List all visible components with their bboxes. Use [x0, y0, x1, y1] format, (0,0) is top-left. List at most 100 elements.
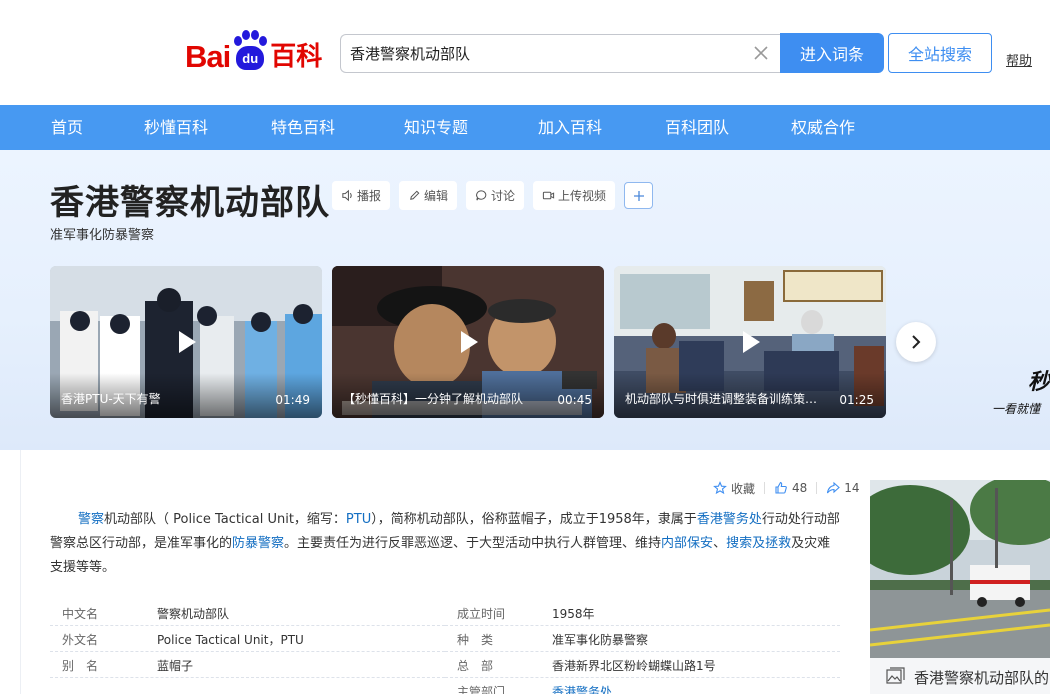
miaodong-promo[interactable]: 秒 一看就懂	[990, 364, 1050, 424]
video-duration: 01:49	[275, 393, 310, 407]
chat-bubble-icon	[476, 190, 487, 201]
nav-item-team[interactable]: 百科团队	[665, 105, 729, 150]
info-value: 蓝帽子	[157, 659, 194, 673]
paw-icon: du	[232, 30, 268, 72]
video-title: 机动部队与时俱进调整装备训练策略...	[625, 392, 825, 406]
video-duration: 00:45	[557, 393, 592, 407]
summary-text: ），简称机动部队，俗称蓝帽子，成立于1958年，隶属于	[371, 512, 697, 527]
video-card[interactable]: 机动部队与时俱进调整装备训练策略... 01:25	[614, 266, 886, 418]
page-title: 香港警察机动部队	[50, 183, 330, 223]
main-nav: 首页 秒懂百科 特色百科 知识专题 加入百科 百科团队 权威合作	[0, 105, 1050, 150]
info-row: 主管部门 香港警务处	[445, 678, 840, 694]
nav-item-home[interactable]: 首页	[51, 105, 83, 150]
chevron-right-icon	[912, 335, 921, 349]
link-riot-police[interactable]: 防暴警察	[232, 536, 284, 551]
favorite-button[interactable]: 收藏	[713, 480, 755, 497]
info-value: 准军事化防暴警察	[552, 633, 649, 647]
logo-text-du: du	[236, 46, 265, 70]
info-value: 1958年	[552, 607, 595, 621]
upload-video-button[interactable]: 上传视频	[533, 181, 616, 210]
favorite-label: 收藏	[731, 481, 756, 496]
link-ptu[interactable]: PTU	[346, 512, 371, 527]
nav-item-topics[interactable]: 知识专题	[404, 105, 468, 150]
logo-text-bai: Bai	[185, 39, 231, 74]
clear-icon[interactable]	[752, 44, 770, 62]
broadcast-label: 播报	[357, 189, 382, 203]
info-key: 别 名	[62, 659, 99, 673]
info-key: 种 类	[457, 633, 494, 647]
discuss-button[interactable]: 讨论	[466, 181, 525, 210]
add-button[interactable]	[624, 182, 653, 209]
like-button[interactable]: 48	[774, 481, 807, 495]
divider	[764, 482, 766, 494]
video-duration: 01:25	[839, 393, 874, 407]
action-bar: 收藏 48 14	[713, 478, 860, 498]
edit-button[interactable]: 编辑	[399, 181, 458, 210]
summary-text: 、	[713, 536, 727, 551]
info-row: 中文名 警察机动部队	[50, 600, 445, 626]
play-icon	[743, 331, 760, 353]
info-value: Police Tactical Unit，PTU	[157, 633, 304, 647]
link-police[interactable]: 警察	[78, 512, 104, 527]
link-internal-security[interactable]: 内部保安	[661, 536, 713, 551]
video-card[interactable]: 【秒懂百科】一分钟了解机动部队 00:45	[332, 266, 604, 418]
carousel-next-button[interactable]	[896, 322, 936, 362]
info-key: 外文名	[62, 633, 99, 647]
lemma-summary: 警察机动部队（ Police Tactical Unit，缩写：PTU），简称机…	[50, 508, 840, 580]
search-input[interactable]	[341, 35, 731, 72]
help-link[interactable]: 帮助	[1006, 50, 1032, 69]
lemma-hero: 香港警察机动部队 准军事化防暴警察 播报 编辑 讨论 上传视频 香港PTU-天下…	[0, 150, 1050, 450]
upload-video-label: 上传视频	[558, 189, 607, 203]
info-key: 主管部门	[457, 685, 506, 694]
album-caption-text: 香港警察机动部队的	[914, 669, 1050, 687]
nav-item-join[interactable]: 加入百科	[538, 105, 602, 150]
info-row: 外文名 Police Tactical Unit，PTU	[50, 626, 445, 652]
summary-text: 。主要责任为进行反罪恶巡逻、于大型活动中执行人群管理、维持	[284, 536, 662, 551]
discuss-label: 讨论	[491, 189, 516, 203]
search-box	[340, 34, 780, 73]
nav-item-featured[interactable]: 特色百科	[271, 105, 335, 150]
link-search-and-rescue[interactable]: 搜索及拯救	[726, 536, 791, 551]
nav-item-authority[interactable]: 权威合作	[791, 105, 855, 150]
edit-label: 编辑	[424, 189, 449, 203]
image-gallery-icon	[886, 667, 905, 684]
speaker-icon	[342, 189, 352, 202]
info-key: 中文名	[62, 607, 99, 621]
share-icon	[827, 481, 841, 494]
info-row: 别 名 蓝帽子	[50, 652, 445, 678]
star-icon	[713, 481, 727, 495]
nav-item-miaodong[interactable]: 秒懂百科	[144, 105, 208, 150]
like-count: 48	[792, 481, 808, 495]
play-icon	[461, 331, 478, 353]
album-card[interactable]: 香港警察机动部队的	[870, 480, 1050, 694]
promo-subtext: 一看就懂	[992, 402, 1041, 416]
share-button[interactable]: 14	[826, 481, 860, 495]
logo-text-baike: 百科	[270, 42, 323, 72]
plus-icon	[633, 190, 644, 201]
info-key: 总 部	[457, 659, 494, 673]
info-value: 警察机动部队	[157, 607, 230, 621]
info-value: 香港新界北区粉岭蝴蝶山路1号	[552, 659, 716, 673]
info-key: 成立时间	[457, 607, 506, 621]
site-search-button[interactable]: 全站搜索	[888, 33, 992, 73]
video-camera-icon	[542, 191, 555, 200]
album-image	[870, 480, 1050, 658]
baidu-baike-logo[interactable]: Bai du 百科	[185, 26, 322, 72]
top-header: Bai du 百科 进入词条 全站搜索 帮助	[0, 0, 1050, 105]
enter-entry-button[interactable]: 进入词条	[780, 33, 884, 73]
link-hk-police-force[interactable]: 香港警务处	[697, 512, 762, 527]
play-icon	[179, 331, 196, 353]
info-row: 总 部 香港新界北区粉岭蝴蝶山路1号	[445, 652, 840, 678]
info-row: 种 类 准军事化防暴警察	[445, 626, 840, 652]
info-value-link[interactable]: 香港警务处	[552, 683, 612, 694]
thumbs-up-icon	[775, 481, 787, 494]
pencil-icon	[410, 190, 420, 200]
video-title: 【秒懂百科】一分钟了解机动部队	[343, 392, 524, 406]
divider	[816, 482, 818, 494]
album-caption: 香港警察机动部队的	[870, 658, 1050, 694]
summary-text: 机动部队（ Police Tactical Unit，缩写：	[104, 512, 346, 527]
video-card[interactable]: 香港PTU-天下有警 01:49	[50, 266, 322, 418]
promo-text: 秒	[1028, 370, 1050, 395]
broadcast-button[interactable]: 播报	[332, 181, 391, 210]
video-title: 香港PTU-天下有警	[61, 392, 161, 406]
